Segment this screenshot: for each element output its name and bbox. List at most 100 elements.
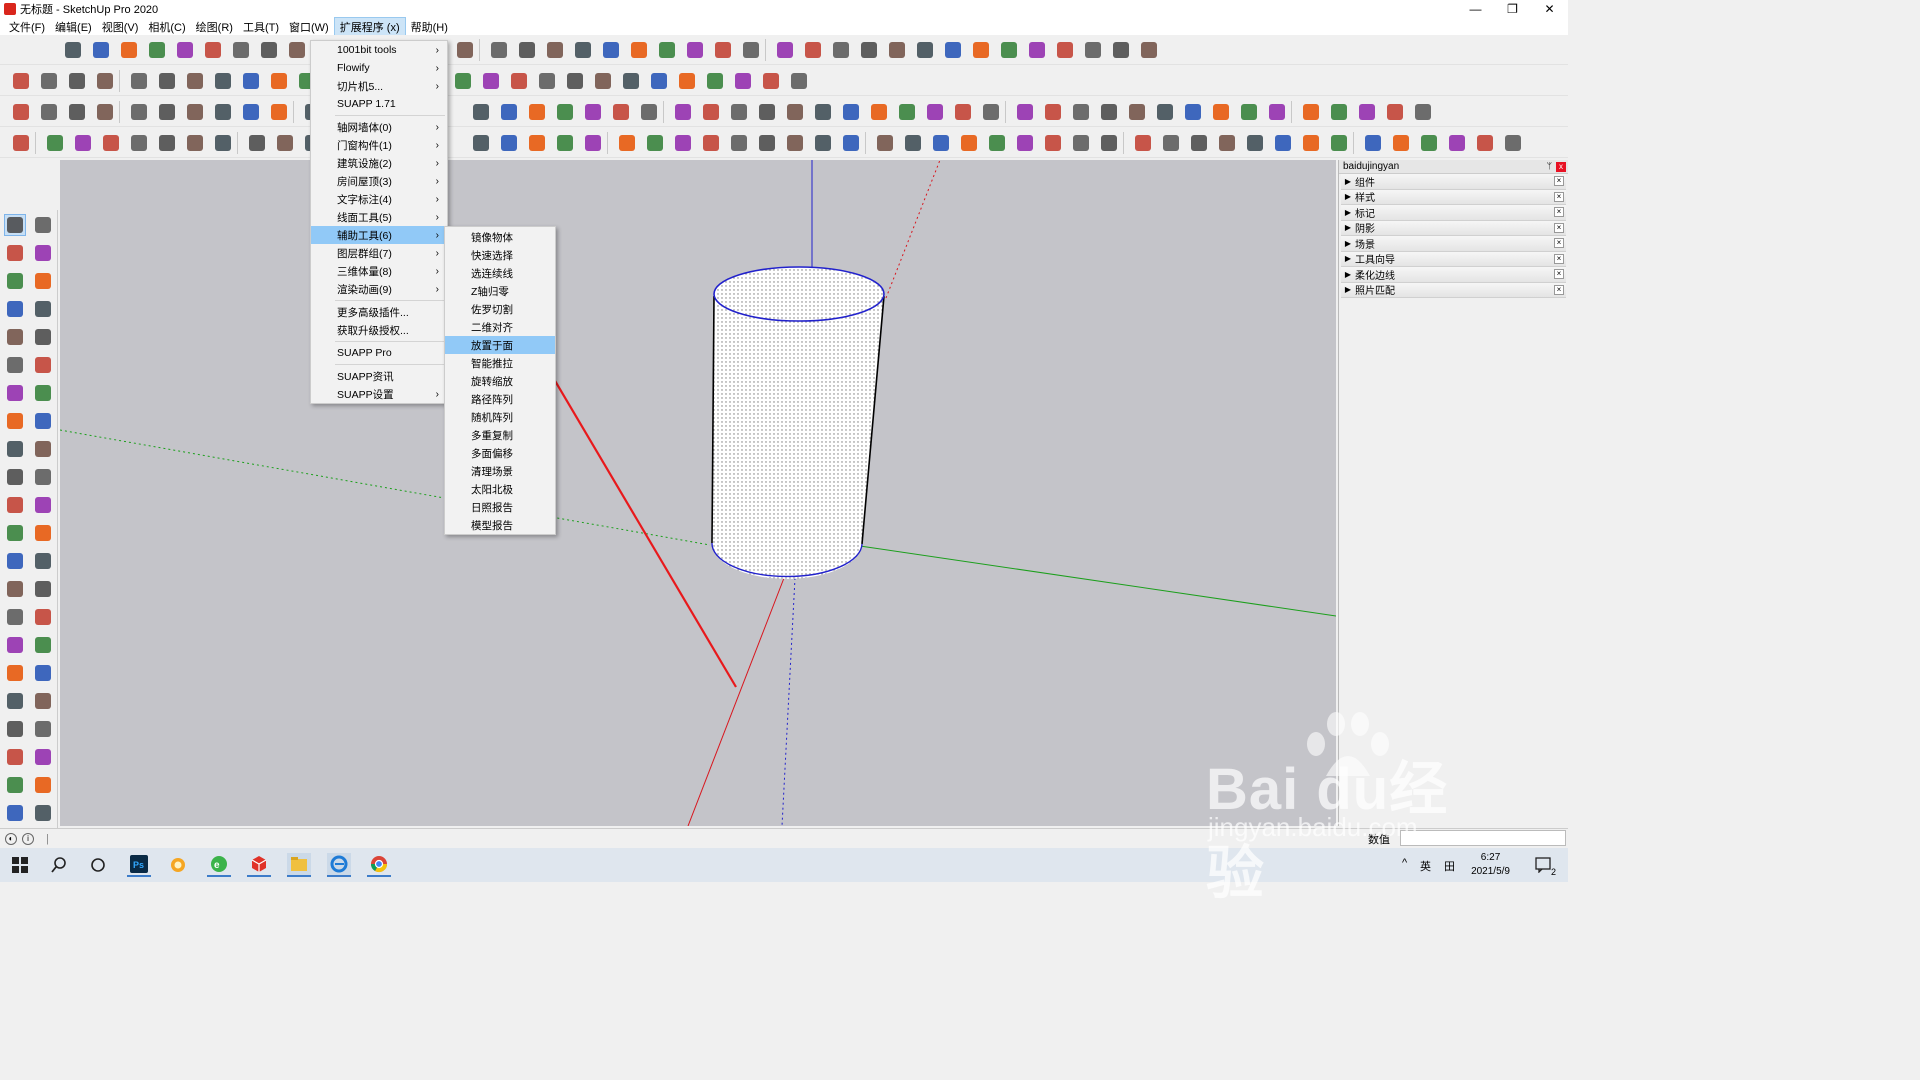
ime-language[interactable]: 英 [1420,858,1431,874]
tool-icon[interactable] [212,101,234,123]
tool-icon[interactable] [32,606,54,628]
tool-icon[interactable] [1474,132,1496,154]
system-clock[interactable]: 6:27 2021/5/9 [1471,851,1510,879]
tool-icon[interactable] [700,101,722,123]
aux-tools-menu-item[interactable]: 路径阵列 [445,390,555,408]
tool-icon[interactable] [156,70,178,92]
tray-panel[interactable]: ▶ 工具向导 × [1341,251,1566,267]
tool-icon[interactable] [38,101,60,123]
tool-icon[interactable] [1070,132,1092,154]
aux-tools-menu-item[interactable]: 二维对齐 [445,318,555,336]
tool-icon[interactable] [4,354,26,376]
tool-icon[interactable] [1098,101,1120,123]
tool-icon[interactable] [156,101,178,123]
tool-icon[interactable] [4,382,26,404]
tray-panel[interactable]: ▶ 阴影 × [1341,220,1566,236]
app-icon-orange[interactable] [166,853,190,877]
tool-icon[interactable] [756,132,778,154]
aux-tools-menu-item[interactable]: 镜像物体 [445,228,555,246]
tool-icon[interactable] [470,132,492,154]
tool-icon[interactable] [760,70,782,92]
tray-panel[interactable]: ▶ 场景 × [1341,236,1566,252]
tool-icon[interactable] [516,39,538,61]
extensions-menu-item[interactable]: 辅助工具(6) › [311,226,447,244]
tool-icon[interactable] [1110,39,1132,61]
tool-icon[interactable] [656,39,678,61]
menu-item-7[interactable]: 扩展程序 (x) [333,16,406,37]
tool-icon[interactable] [498,101,520,123]
tool-icon[interactable] [32,522,54,544]
tool-icon[interactable] [784,101,806,123]
measurements-input[interactable] [1400,830,1566,846]
tool-icon[interactable] [128,101,150,123]
tool-icon[interactable] [488,39,510,61]
tool-icon[interactable] [4,326,26,348]
internet-explorer-icon[interactable] [327,853,351,877]
tool-icon[interactable] [1042,101,1064,123]
tool-icon[interactable] [32,550,54,572]
tool-icon[interactable] [952,101,974,123]
tool-icon[interactable] [756,101,778,123]
menu-item-8[interactable]: 帮助(H) [406,18,453,36]
tool-icon[interactable] [1014,132,1036,154]
tool-icon[interactable] [1138,39,1160,61]
tool-icon[interactable] [812,101,834,123]
extensions-menu-item[interactable]: 渲染动画(9) › [311,280,447,298]
tool-icon[interactable] [452,70,474,92]
tool-icon[interactable] [32,354,54,376]
tool-icon[interactable] [32,410,54,432]
tool-icon[interactable] [4,410,26,432]
tool-icon[interactable] [246,132,268,154]
tool-icon[interactable] [4,438,26,460]
tool-icon[interactable] [740,39,762,61]
tool-icon[interactable] [32,662,54,684]
tool-icon[interactable] [202,39,224,61]
tool-icon[interactable] [1182,101,1204,123]
tool-icon[interactable] [1098,132,1120,154]
tool-icon[interactable] [582,101,604,123]
tool-icon[interactable] [274,132,296,154]
aux-tools-menu-item[interactable]: 放置于面 [445,336,555,354]
browser-app-icon-green[interactable]: e [207,853,231,877]
tool-icon[interactable] [10,70,32,92]
tool-icon[interactable] [286,39,308,61]
tool-icon[interactable] [268,70,290,92]
tool-icon[interactable] [572,39,594,61]
tool-icon[interactable] [980,101,1002,123]
tool-icon[interactable] [672,132,694,154]
tool-icon[interactable] [1418,132,1440,154]
tool-icon[interactable] [32,298,54,320]
aux-tools-menu-item[interactable]: 多面偏移 [445,444,555,462]
tool-icon[interactable] [32,270,54,292]
aux-tools-menu-item[interactable]: 日照报告 [445,498,555,516]
tool-icon[interactable] [4,270,26,292]
panel-close-icon[interactable]: × [1554,238,1564,248]
tool-icon[interactable] [1154,101,1176,123]
tool-icon[interactable] [544,39,566,61]
tool-icon[interactable] [644,132,666,154]
tool-icon[interactable] [1502,132,1524,154]
tool-icon[interactable] [1132,132,1154,154]
extensions-menu-item[interactable]: 轴网墙体(0) › [311,118,447,136]
tool-icon[interactable] [32,242,54,264]
tool-icon[interactable] [4,522,26,544]
tool-icon[interactable] [1390,132,1412,154]
tool-icon[interactable] [1238,101,1260,123]
tool-icon[interactable] [638,101,660,123]
extensions-menu-item[interactable]: 线面工具(5) › [311,208,447,226]
menu-item-4[interactable]: 绘图(R) [191,18,238,36]
extensions-menu-item[interactable]: SUAPP设置 › [311,385,447,403]
tool-icon[interactable] [268,101,290,123]
tool-icon[interactable] [184,70,206,92]
tool-icon[interactable] [212,70,234,92]
tool-icon[interactable] [4,550,26,572]
aux-tools-menu-item[interactable]: 太阳北极 [445,480,555,498]
panel-close-icon[interactable]: × [1554,284,1564,295]
tray-panel[interactable]: ▶ 标记 × [1341,205,1566,221]
tool-icon[interactable] [66,101,88,123]
notification-icon[interactable]: 2 [1532,853,1556,877]
close-window-button[interactable]: ✕ [1531,0,1568,18]
tool-icon[interactable] [840,101,862,123]
tool-icon[interactable] [728,101,750,123]
tool-icon[interactable] [592,70,614,92]
